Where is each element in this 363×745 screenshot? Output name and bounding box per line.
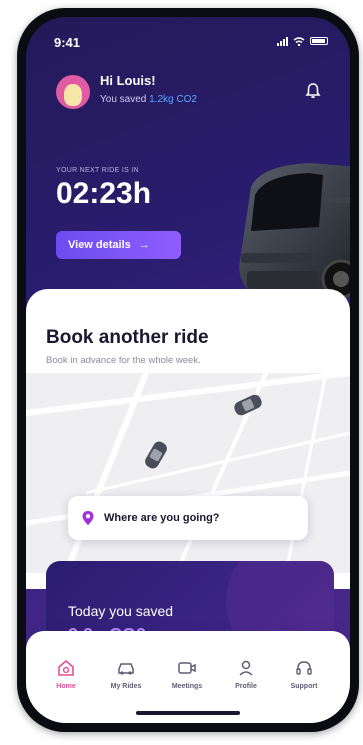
status-bar: 9:41 xyxy=(54,35,328,53)
signal-icon xyxy=(277,36,288,46)
app-screen: 9:41 Hi Louis! You saved 1.2kg CO2 YOUR … xyxy=(26,17,350,723)
home-icon xyxy=(58,659,74,676)
tab-profile[interactable]: Profile xyxy=(218,657,274,690)
user-icon xyxy=(239,660,253,676)
arrow-right-icon: → xyxy=(138,239,150,251)
home-indicator xyxy=(136,711,240,715)
book-ride-subtitle: Book in advance for the whole week. xyxy=(46,355,201,366)
vehicle-image xyxy=(239,163,350,299)
tab-home[interactable]: Home xyxy=(38,657,94,690)
view-details-button[interactable]: View details → xyxy=(56,231,181,259)
greeting-title: Hi Louis! xyxy=(100,73,156,88)
bottom-tab-bar: Home My Rides Meetings Profile Support xyxy=(26,631,350,723)
status-time: 9:41 xyxy=(54,35,81,50)
status-icons xyxy=(277,36,328,46)
map-roads xyxy=(26,373,350,573)
next-ride-label: YOUR NEXT RIDE IS IN xyxy=(56,167,139,174)
headset-icon xyxy=(296,661,312,675)
tab-support[interactable]: Support xyxy=(276,657,332,690)
greeting-saved-value: 1.2kg CO2 xyxy=(149,94,197,105)
book-ride-title: Book another ride xyxy=(46,327,209,348)
destination-placeholder: Where are you going? xyxy=(104,512,220,524)
battery-icon xyxy=(310,37,328,45)
phone-frame: 9:41 Hi Louis! You saved 1.2kg CO2 YOUR … xyxy=(17,8,359,732)
savings-title: Today you saved xyxy=(68,603,174,619)
location-pin-icon xyxy=(82,511,94,525)
video-icon xyxy=(178,662,196,674)
destination-search-input[interactable]: Where are you going? xyxy=(68,496,308,540)
wifi-icon xyxy=(293,36,305,46)
avatar[interactable] xyxy=(56,75,90,109)
car-icon xyxy=(118,663,134,675)
next-ride-countdown: 02:23h xyxy=(56,177,152,210)
bell-icon[interactable] xyxy=(303,81,323,101)
map-view[interactable] xyxy=(26,373,350,573)
car-marker xyxy=(145,441,167,469)
tab-meetings[interactable]: Meetings xyxy=(159,657,215,690)
book-ride-section: Book another ride Book in advance for th… xyxy=(26,289,350,589)
greeting-saved: You saved 1.2kg CO2 xyxy=(100,94,197,105)
greeting: Hi Louis! You saved 1.2kg CO2 xyxy=(100,73,197,105)
tab-my-rides[interactable]: My Rides xyxy=(98,657,154,690)
